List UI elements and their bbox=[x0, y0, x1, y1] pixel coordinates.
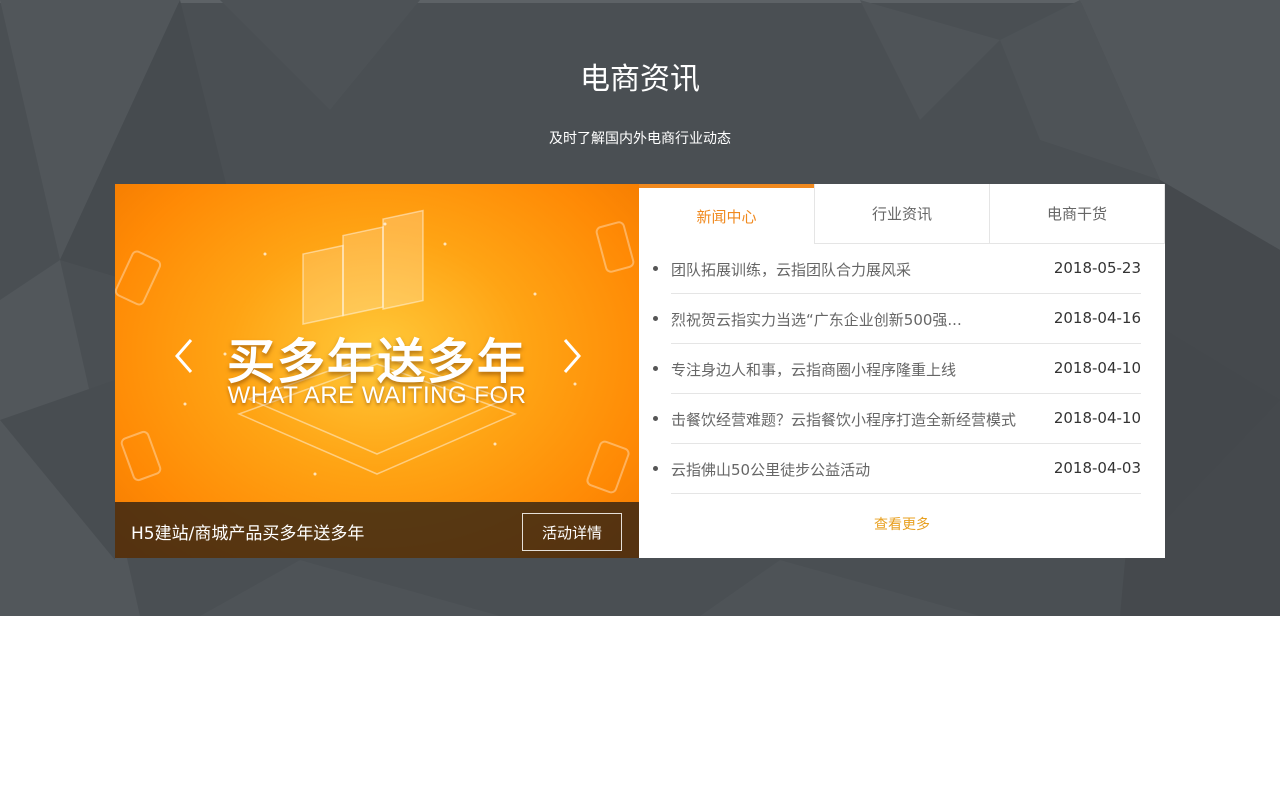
news-item[interactable]: 击餐饮经营难题？云指餐饮小程序打造全新经营模式 2018-04-10 bbox=[653, 394, 1141, 444]
page-title: 电商资讯 bbox=[580, 62, 700, 97]
activity-details-button[interactable]: 活动详情 bbox=[522, 513, 622, 551]
news-date: 2018-04-10 bbox=[1053, 359, 1141, 377]
banner-subheadline: WHAT ARE WAITING FOR bbox=[227, 382, 527, 409]
news-date: 2018-04-16 bbox=[1053, 309, 1141, 327]
news-item[interactable]: 团队拓展训练，云指团队合力展风采 2018-05-23 bbox=[653, 244, 1141, 294]
news-title[interactable]: 击餐饮经营难题？云指餐饮小程序打造全新经营模式 bbox=[671, 409, 1016, 430]
news-section: 电商资讯 及时了解国内外电商行业动态 买多年送多年 WHAT ARE WAITI… bbox=[0, 0, 1280, 616]
news-title[interactable]: 烈祝贺云指实力当选“广东企业创新500强... bbox=[671, 309, 1016, 330]
tab-news-center[interactable]: 新闻中心 bbox=[639, 184, 814, 244]
tab-ecommerce-tips[interactable]: 电商干货 bbox=[989, 184, 1165, 244]
news-date: 2018-04-03 bbox=[1053, 459, 1141, 477]
news-date: 2018-04-10 bbox=[1053, 409, 1141, 427]
bullet-icon bbox=[653, 266, 658, 271]
news-panel: 新闻中心 行业资讯 电商干货 团队拓展训练，云指团队合力展风采 2018-05-… bbox=[639, 184, 1165, 558]
page-subtitle: 及时了解国内外电商行业动态 bbox=[549, 131, 731, 147]
bullet-icon bbox=[653, 466, 658, 471]
news-item[interactable]: 专注身边人和事，云指商圈小程序隆重上线 2018-04-10 bbox=[653, 344, 1141, 394]
bullet-icon bbox=[653, 366, 658, 371]
news-list: 团队拓展训练，云指团队合力展风采 2018-05-23 烈祝贺云指实力当选“广东… bbox=[639, 244, 1165, 494]
news-tabs: 新闻中心 行业资讯 电商干货 bbox=[639, 184, 1165, 244]
news-item[interactable]: 云指佛山50公里徒步公益活动 2018-04-03 bbox=[653, 444, 1141, 494]
view-more-link[interactable]: 查看更多 bbox=[639, 514, 1165, 534]
news-title[interactable]: 团队拓展训练，云指团队合力展风采 bbox=[671, 259, 1016, 280]
news-date: 2018-05-23 bbox=[1053, 259, 1141, 277]
news-item[interactable]: 烈祝贺云指实力当选“广东企业创新500强... 2018-04-16 bbox=[653, 294, 1141, 344]
bullet-icon bbox=[653, 316, 658, 321]
news-title[interactable]: 专注身边人和事，云指商圈小程序隆重上线 bbox=[671, 359, 1016, 380]
news-title[interactable]: 云指佛山50公里徒步公益活动 bbox=[671, 459, 1016, 480]
banner-caption: H5建站/商城产品买多年送多年 bbox=[131, 524, 365, 544]
promo-banner[interactable]: 买多年送多年 WHAT ARE WAITING FOR H5建站/商城产品买多年… bbox=[115, 184, 639, 558]
tab-industry-news[interactable]: 行业资讯 bbox=[814, 184, 989, 244]
bullet-icon bbox=[653, 416, 658, 421]
banner-caption-bar: H5建站/商城产品买多年送多年 活动详情 bbox=[115, 502, 639, 558]
